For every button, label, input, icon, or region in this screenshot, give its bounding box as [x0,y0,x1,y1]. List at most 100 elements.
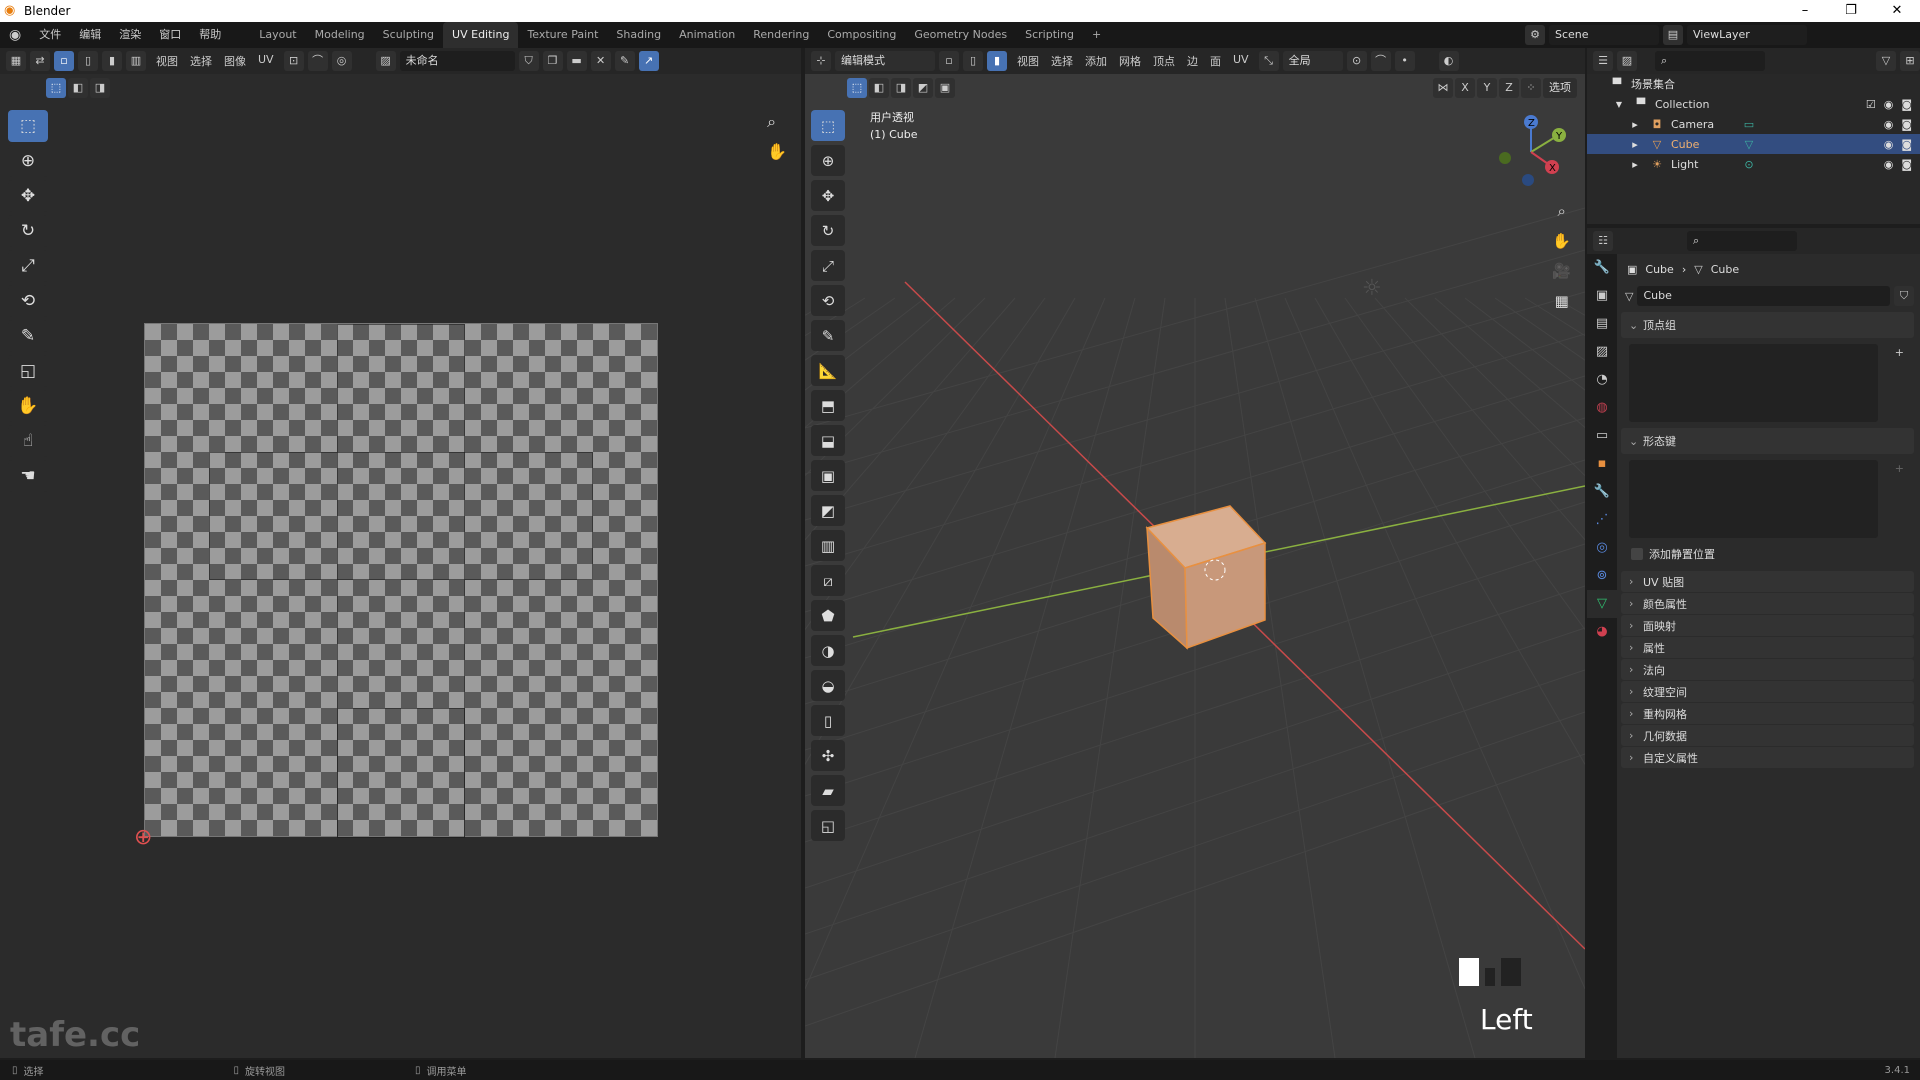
pan-hand-icon[interactable]: ✋ [767,142,787,161]
collection-tab-icon[interactable]: ▭ [1587,422,1617,450]
smooth-tool-icon[interactable]: ◒ [811,670,845,701]
select-box-tool-icon[interactable]: ⬚ [8,110,48,142]
camera-render-icon[interactable]: ◙ [1901,158,1912,171]
tool-tab-icon[interactable]: 🔧 [1587,254,1617,282]
light-icon[interactable]: ☼ [1362,276,1382,301]
cursor-tool-icon[interactable]: ⊕ [8,145,48,177]
tab-workspace[interactable]: Sculpting [374,22,443,48]
light-data-icon[interactable]: ⊙ [1741,158,1757,171]
image-browse-icon[interactable]: ▨ [375,51,396,71]
tab-workspace[interactable]: Shading [607,22,670,48]
tab-workspace[interactable]: Scripting [1016,22,1083,48]
island-select-icon[interactable]: ▥ [126,51,146,71]
uv-menu-item[interactable]: 选择 [184,53,218,69]
panel-collapsed[interactable]: › 法向 [1621,659,1914,680]
unlink-image-icon[interactable]: ✕ [590,51,611,71]
tab-workspace[interactable]: UV Editing [443,22,519,48]
filter-icon[interactable]: ▽ [1876,51,1896,71]
uv-menu-item[interactable]: 图像 [218,53,252,69]
fake-user-icon[interactable]: ⛉ [518,51,539,71]
camera-render-icon[interactable]: ◙ [1901,98,1912,111]
select-mode-subtract-icon[interactable]: ◨ [891,78,911,98]
annotate-tool-icon[interactable]: ✎ [8,320,48,352]
fake-user-icon[interactable]: ⛉ [1894,286,1914,306]
mesh-data-tab-icon[interactable]: ▽ [1587,590,1617,618]
expand-arrow-icon[interactable]: ▼ [1611,100,1627,109]
properties-search-input[interactable]: ⌕ [1687,231,1797,251]
rotate-tool-icon[interactable]: ↻ [811,215,845,246]
vertex-select-icon[interactable]: ▫ [54,51,74,71]
eye-icon[interactable]: ◉ [1884,118,1894,131]
mesh-name-field[interactable]: Cube [1637,286,1890,306]
options-dropdown[interactable]: 选项 [1543,78,1577,98]
proportional-icon[interactable]: ◎ [331,51,352,71]
grab-tool-icon[interactable]: ✋ [8,390,48,422]
scene-collection-row[interactable]: ▀ 场景集合 [1587,74,1920,94]
add-shape-key-button[interactable]: + [1895,462,1904,475]
annotate-tool-icon[interactable]: ✎ [811,320,845,351]
cursor-tool-icon[interactable]: ⊕ [811,145,845,176]
uv-editor[interactable]: ▦ ⇄ ▫ ▯ ▮ ▥ 视图 选择 图像 UV ⊡ ⌒ ◎ ▨ 未命名 ⛉ ❐ ▬ ✕… [0,48,801,1058]
object-tab-icon[interactable]: ▪ [1587,450,1617,478]
sync-selection-icon[interactable]: ⇄ [30,51,50,71]
rotate-tool-icon[interactable]: ↻ [8,215,48,247]
expand-arrow-icon[interactable]: ▸ [1627,118,1643,131]
menu-item[interactable]: 渲染 [110,22,150,48]
mirror-icon[interactable]: ⋈ [1433,78,1453,98]
maximize-button[interactable]: ❐ [1828,0,1874,22]
orientation-selector[interactable]: 全局 [1282,51,1343,71]
proportional-icon[interactable]: • [1394,51,1415,71]
edge-slide-tool-icon[interactable]: ▯ [811,705,845,736]
modifier-tab-icon[interactable]: 🔧 [1587,478,1617,506]
select-mode-new-icon[interactable]: ⬚ [847,78,867,98]
select-box-tool-icon[interactable]: ⬚ [811,110,845,141]
3d-viewport[interactable]: ⊹ 编辑模式 ▫ ▯ ▮ 视图 选择 添加 网格 顶点边面 UV ⤡ 全局 ⊙ ⌒ • ◐… [805,48,1585,1058]
zoom-icon[interactable]: ⌕ [767,112,787,132]
spin-tool-icon[interactable]: ◑ [811,635,845,666]
viewport-menu-item[interactable]: 视图 [1011,53,1045,69]
world-tab-icon[interactable]: ◍ [1587,394,1617,422]
camera-render-icon[interactable]: ◙ [1901,118,1912,131]
add-cube-tool-icon[interactable]: ⬒ [811,390,845,421]
new-image-icon[interactable]: ❐ [542,51,563,71]
new-collection-icon[interactable]: ⊞ [1900,51,1920,71]
extrude-tool-icon[interactable]: ⬓ [811,425,845,456]
panel-vertex-groups[interactable]: ⌄ 顶点组 [1621,312,1914,338]
panel-collapsed[interactable]: › 颜色属性 [1621,593,1914,614]
rip-tool-icon[interactable]: ◱ [8,355,48,387]
shear-tool-icon[interactable]: ▰ [811,775,845,806]
particles-tab-icon[interactable]: ⋰ [1587,506,1617,534]
filter-view-icon[interactable]: ▨ [1617,51,1637,71]
add-workspace-button[interactable]: + [1083,22,1110,48]
mode-selector[interactable]: 编辑模式 [835,51,935,71]
panel-shape-keys[interactable]: ⌄ 形态键 [1621,428,1914,454]
move-tool-icon[interactable]: ✥ [811,180,845,211]
outliner-search-input[interactable]: ⌕ [1655,51,1765,71]
view-layer-selector[interactable]: ViewLayer [1687,25,1807,45]
panel-collapsed[interactable]: › 纹理空间 [1621,681,1914,702]
move-tool-icon[interactable]: ✥ [8,180,48,212]
editor-type-icon[interactable]: ☷ [1593,231,1613,251]
outliner-item-camera[interactable]: ▸ ◘ Camera ▭ ◉ ◙ [1587,114,1920,134]
mirror-z-toggle[interactable]: Z [1499,78,1519,98]
uv-checker-image[interactable] [144,323,658,838]
mirror-x-toggle[interactable]: X [1455,78,1475,98]
transform-tool-icon[interactable]: ⟲ [8,285,48,317]
orientation-icon[interactable]: ⤡ [1258,51,1279,71]
render-tab-icon[interactable]: ▣ [1587,282,1617,310]
panel-collapsed[interactable]: › 面映射 [1621,615,1914,636]
output-tab-icon[interactable]: ▤ [1587,310,1617,338]
eye-icon[interactable]: ◉ [1884,98,1894,111]
view-layer-icon[interactable]: ▤ [1663,25,1683,45]
relax-tool-icon[interactable]: ☝ [8,425,48,457]
snap-icon[interactable]: ⌒ [307,51,328,71]
viewport-menu-item[interactable]: 网格 [1113,53,1147,69]
tab-workspace[interactable]: Modeling [306,22,374,48]
pin-icon[interactable]: ✎ [614,51,635,71]
rip-tool-icon[interactable]: ◱ [811,810,845,841]
tab-workspace[interactable]: Layout [250,22,305,48]
shape-keys-list[interactable]: + [1629,460,1904,538]
menu-item[interactable]: 文件 [30,22,70,48]
view-layer-tab-icon[interactable]: ▨ [1587,338,1617,366]
select-mode-extend-icon[interactable]: ◧ [68,78,88,98]
